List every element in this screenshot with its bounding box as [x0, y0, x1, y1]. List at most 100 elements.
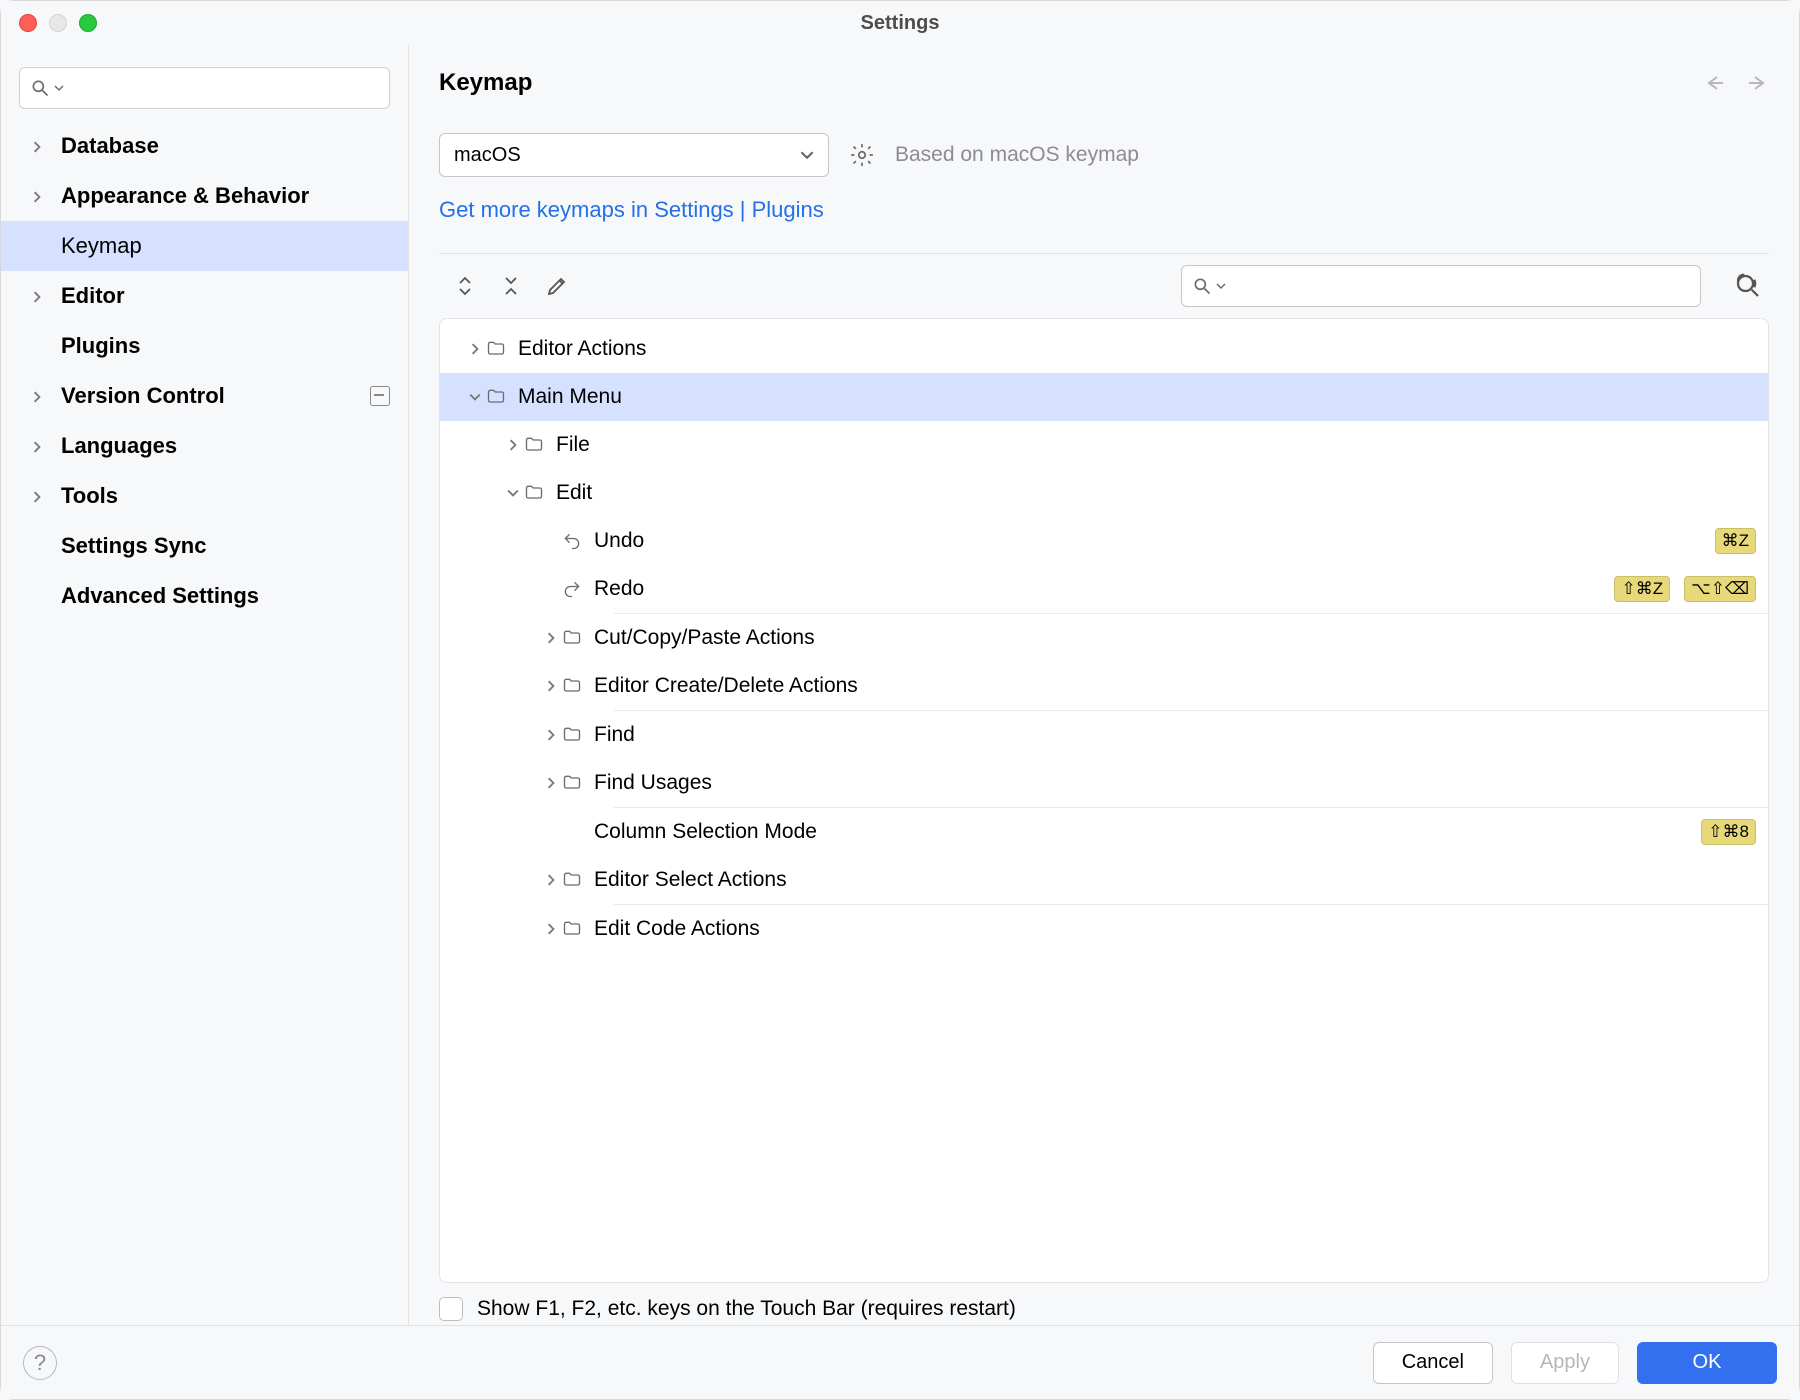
edit-shortcut-icon[interactable] [545, 274, 569, 298]
back-icon[interactable] [1703, 71, 1727, 95]
close-window-icon[interactable] [19, 14, 37, 32]
sidebar-item-tools[interactable]: Tools [1, 471, 408, 521]
sidebar-item-database[interactable]: Database [1, 121, 408, 171]
action-icon-placeholder [562, 821, 584, 843]
undo-icon [562, 530, 584, 552]
folder-icon [562, 772, 584, 794]
folder-icon [524, 434, 546, 456]
apply-button: Apply [1511, 1342, 1619, 1384]
tree-row[interactable]: Edit [440, 469, 1768, 517]
tree-row[interactable]: Edit Code Actions [440, 905, 1768, 953]
tree-row-label: Find [594, 723, 1756, 747]
folder-icon [524, 482, 546, 504]
folder-icon [562, 724, 584, 746]
chevron-right-icon [464, 343, 486, 355]
sidebar-item-settings-sync[interactable]: Settings Sync [1, 521, 408, 571]
tree-row-label: Redo [594, 577, 1614, 601]
sidebar-item-label: Database [61, 133, 159, 159]
settings-search-input[interactable] [19, 67, 390, 109]
zoom-window-icon[interactable] [79, 14, 97, 32]
tree-row-label: File [556, 433, 1756, 457]
shortcut-group: ⌘Z [1715, 528, 1756, 554]
tree-row[interactable]: Main Menu [440, 373, 1768, 421]
chevron-right-icon [540, 777, 562, 789]
keymap-toolbar [439, 254, 1769, 318]
keymap-scheme-value: macOS [454, 144, 521, 167]
settings-main: Keymap macOS Based on macOS keymap Get m… [409, 45, 1799, 1325]
sidebar-item-label: Keymap [61, 233, 142, 259]
forward-icon[interactable] [1745, 71, 1769, 95]
gear-icon[interactable] [849, 142, 875, 168]
traffic-lights [1, 14, 97, 32]
help-button[interactable]: ? [23, 1346, 57, 1380]
keyboard-shortcut: ⌘Z [1715, 528, 1756, 554]
tree-row[interactable]: Find Usages [440, 759, 1768, 807]
find-by-shortcut-icon[interactable] [1733, 271, 1763, 301]
sidebar-item-label: Tools [61, 483, 118, 509]
page-title: Keymap [439, 69, 532, 97]
tree-row-label: Cut/Copy/Paste Actions [594, 626, 1756, 650]
sidebar-item-label: Advanced Settings [61, 583, 259, 609]
tree-row-label: Main Menu [518, 385, 1756, 409]
search-dropdown-icon[interactable] [54, 83, 64, 93]
sidebar-item-appearance-behavior[interactable]: Appearance & Behavior [1, 171, 408, 221]
chevron-right-icon [540, 632, 562, 644]
chevron-right-icon [31, 383, 53, 409]
get-more-keymaps-link[interactable]: Get more keymaps in Settings | Plugins [439, 197, 1769, 223]
redo-icon [562, 578, 584, 600]
tree-row[interactable]: Column Selection Mode⇧⌘8 [440, 808, 1768, 856]
chevron-right-icon [31, 433, 53, 459]
chevron-right-icon [540, 729, 562, 741]
tree-row-label: Find Usages [594, 771, 1756, 795]
expand-all-icon[interactable] [453, 274, 477, 298]
shortcut-group: ⇧⌘8 [1701, 819, 1756, 845]
sidebar-item-label: Settings Sync [61, 533, 206, 559]
tree-row[interactable]: Editor Create/Delete Actions [440, 662, 1768, 710]
sidebar-item-editor[interactable]: Editor [1, 271, 408, 321]
chevron-right-icon [502, 439, 524, 451]
tree-row[interactable]: Undo⌘Z [440, 517, 1768, 565]
touchbar-option[interactable]: Show F1, F2, etc. keys on the Touch Bar … [439, 1297, 1769, 1325]
sidebar-item-advanced-settings[interactable]: Advanced Settings [1, 571, 408, 621]
keymap-scheme-select[interactable]: macOS [439, 133, 829, 177]
tree-row[interactable]: Editor Actions [440, 325, 1768, 373]
based-on-label: Based on macOS keymap [895, 143, 1139, 167]
tree-row-label: Editor Create/Delete Actions [594, 674, 1756, 698]
tree-row[interactable]: Editor Select Actions [440, 856, 1768, 904]
tree-row-label: Editor Select Actions [594, 868, 1756, 892]
cancel-button[interactable]: Cancel [1373, 1342, 1493, 1384]
sidebar-item-keymap[interactable]: Keymap [1, 221, 408, 271]
chevron-right-icon [540, 680, 562, 692]
ok-button[interactable]: OK [1637, 1342, 1777, 1384]
settings-sidebar: Database Appearance & Behavior Keymap Edito… [1, 45, 409, 1325]
chevron-right-icon [540, 923, 562, 935]
folder-icon [562, 675, 584, 697]
search-dropdown-icon[interactable] [1216, 281, 1226, 291]
keyboard-shortcut: ⌥⇧⌫ [1684, 576, 1756, 602]
titlebar: Settings [1, 1, 1799, 45]
folder-icon [486, 338, 508, 360]
chevron-down-icon [464, 391, 486, 403]
collapse-all-icon[interactable] [499, 274, 523, 298]
chevron-right-icon [31, 283, 53, 309]
dialog-footer: ? Cancel Apply OK [1, 1325, 1799, 1399]
sidebar-item-languages[interactable]: Languages [1, 421, 408, 471]
chevron-right-icon [540, 874, 562, 886]
sidebar-item-plugins[interactable]: Plugins [1, 321, 408, 371]
tree-row-label: Column Selection Mode [594, 820, 1701, 844]
tree-row[interactable]: Redo⇧⌘Z⌥⇧⌫ [440, 565, 1768, 613]
sidebar-item-version-control[interactable]: Version Control [1, 371, 408, 421]
keymap-tree[interactable]: Editor ActionsMain MenuFileEditUndo⌘ZRed… [439, 318, 1769, 1283]
sidebar-item-label: Appearance & Behavior [61, 183, 309, 209]
minimize-window-icon[interactable] [49, 14, 67, 32]
sidebar-item-label: Version Control [61, 383, 225, 409]
touchbar-checkbox[interactable] [439, 1297, 463, 1321]
shortcut-group: ⇧⌘Z⌥⇧⌫ [1614, 576, 1756, 602]
sidebar-item-label: Plugins [61, 333, 140, 359]
folder-icon [562, 918, 584, 940]
action-search-input[interactable] [1181, 265, 1701, 307]
tree-row[interactable]: Find [440, 711, 1768, 759]
tree-row[interactable]: Cut/Copy/Paste Actions [440, 614, 1768, 662]
folder-icon [562, 627, 584, 649]
tree-row[interactable]: File [440, 421, 1768, 469]
